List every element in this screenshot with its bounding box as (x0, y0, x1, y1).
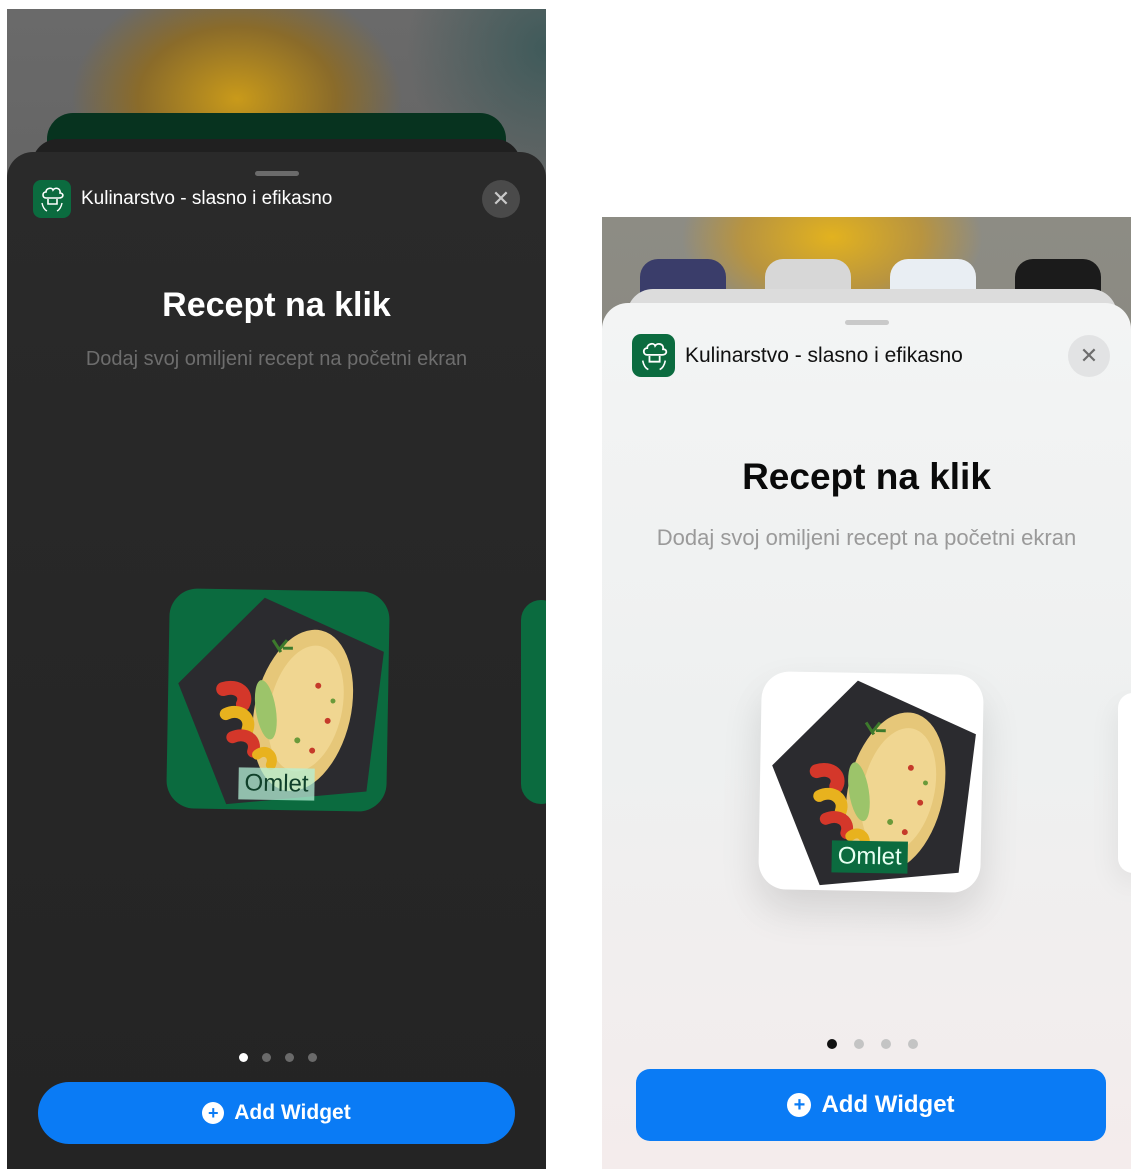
page-dot[interactable] (308, 1053, 317, 1062)
page-dot[interactable] (262, 1053, 271, 1062)
widget-label: Omlet (831, 840, 908, 874)
add-widget-label: Add Widget (821, 1091, 955, 1118)
widget-sheet: Kulinarstvo - slasno i efikasno ✕ Recept… (602, 303, 1131, 1169)
app-header: Kulinarstvo - slasno i efikasno (33, 180, 332, 218)
sheet-grabber[interactable] (844, 320, 889, 325)
page-dot[interactable] (881, 1039, 891, 1049)
widget-label: Omlet (238, 767, 315, 801)
close-button[interactable]: ✕ (1068, 335, 1110, 377)
plus-circle-icon: + (202, 1102, 225, 1124)
next-widget-preview[interactable] (1118, 693, 1131, 873)
widget-preview[interactable]: Omlet (758, 671, 984, 893)
chef-hat-icon (33, 180, 71, 218)
plus-circle-icon: + (787, 1093, 812, 1117)
page-dot-active[interactable] (827, 1039, 837, 1049)
page-dot[interactable] (285, 1053, 294, 1062)
next-widget-preview[interactable] (521, 600, 546, 804)
widget-title: Recept na klik (742, 456, 991, 497)
close-button[interactable]: ✕ (482, 180, 520, 218)
widget-description: Dodaj svoj omiljeni recept na početni ek… (85, 348, 468, 370)
app-name: Kulinarstvo - slasno i efikasno (685, 343, 963, 367)
app-name: Kulinarstvo - slasno i efikasno (81, 188, 333, 209)
widget-gallery-light: Kulinarstvo - slasno i efikasno ✕ Recept… (602, 217, 1131, 1169)
page-indicator[interactable] (827, 1039, 918, 1049)
widget-preview[interactable]: Omlet (166, 588, 390, 812)
add-widget-button[interactable]: + Add Widget (636, 1069, 1106, 1141)
close-icon: ✕ (491, 186, 511, 211)
close-icon: ✕ (1079, 343, 1099, 368)
widget-gallery-dark: Kulinarstvo - slasno i efikasno ✕ Recept… (7, 9, 546, 1169)
sheet-grabber[interactable] (254, 171, 299, 176)
add-widget-button[interactable]: + Add Widget (38, 1082, 515, 1144)
page-indicator[interactable] (239, 1053, 317, 1062)
add-widget-label: Add Widget (234, 1101, 351, 1124)
widget-sheet: Kulinarstvo - slasno i efikasno ✕ Recept… (7, 152, 546, 1169)
app-header: Kulinarstvo - slasno i efikasno (632, 334, 963, 377)
widget-title: Recept na klik (162, 286, 391, 324)
page-dot-active[interactable] (239, 1053, 248, 1062)
chef-hat-icon (632, 334, 675, 377)
page-dot[interactable] (854, 1039, 864, 1049)
page-dot[interactable] (908, 1039, 918, 1049)
widget-description: Dodaj svoj omiljeni recept na početni ek… (656, 525, 1077, 550)
